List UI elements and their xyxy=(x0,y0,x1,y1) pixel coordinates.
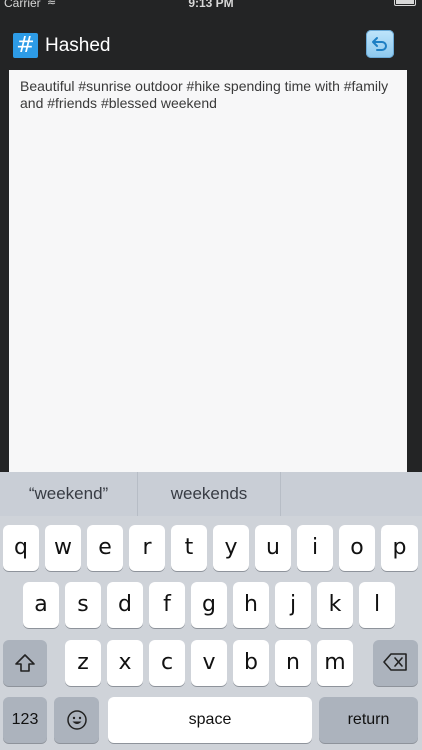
emoji-icon xyxy=(66,710,87,730)
delete-icon xyxy=(382,653,407,671)
key-a[interactable]: a xyxy=(23,582,59,628)
key-k[interactable]: k xyxy=(317,582,353,628)
key-v[interactable]: v xyxy=(191,640,227,686)
text-editor[interactable]: Beautiful #sunrise outdoor #hike spendin… xyxy=(9,70,407,472)
key-y[interactable]: y xyxy=(213,525,249,571)
key-g[interactable]: g xyxy=(191,582,227,628)
key-f[interactable]: f xyxy=(149,582,185,628)
key-n[interactable]: n xyxy=(275,640,311,686)
key-l[interactable]: l xyxy=(359,582,395,628)
key-o[interactable]: o xyxy=(339,525,375,571)
keyboard: “weekend” weekends q w e r t y u i o p a… xyxy=(0,472,422,750)
app-title: Hashed xyxy=(45,35,111,56)
delete-key[interactable] xyxy=(373,640,418,686)
key-j[interactable]: j xyxy=(275,582,311,628)
key-x[interactable]: x xyxy=(107,640,143,686)
status-time: 9:13 PM xyxy=(188,0,234,10)
key-h[interactable]: h xyxy=(233,582,269,628)
undo-button[interactable] xyxy=(366,30,394,58)
key-e[interactable]: e xyxy=(87,525,123,571)
editor-text[interactable]: Beautiful #sunrise outdoor #hike spendin… xyxy=(20,78,397,112)
suggestion-3[interactable] xyxy=(281,472,422,516)
key-p[interactable]: p xyxy=(381,525,418,571)
key-m[interactable]: m xyxy=(317,640,353,686)
numbers-key[interactable]: 123 xyxy=(3,697,47,743)
shift-icon xyxy=(15,654,35,672)
shift-key[interactable] xyxy=(3,640,47,686)
emoji-key[interactable] xyxy=(54,697,99,743)
key-w[interactable]: w xyxy=(45,525,81,571)
suggestion-1[interactable]: “weekend” xyxy=(0,472,137,516)
key-i[interactable]: i xyxy=(297,525,333,571)
key-s[interactable]: s xyxy=(65,582,101,628)
key-r[interactable]: r xyxy=(129,525,165,571)
key-d[interactable]: d xyxy=(107,582,143,628)
key-u[interactable]: u xyxy=(255,525,291,571)
key-t[interactable]: t xyxy=(171,525,207,571)
status-bar: Carrier ≋ 9:13 PM xyxy=(0,0,422,14)
suggestion-bar: “weekend” weekends xyxy=(0,472,422,516)
nav-bar: # Hashed xyxy=(0,14,422,70)
key-c[interactable]: c xyxy=(149,640,185,686)
suggestion-2[interactable]: weekends xyxy=(138,472,280,516)
undo-icon xyxy=(372,37,387,51)
return-key[interactable]: return xyxy=(319,697,418,743)
space-key[interactable]: space xyxy=(108,697,312,743)
key-b[interactable]: b xyxy=(233,640,269,686)
hashtag-logo-icon: # xyxy=(13,33,38,58)
key-z[interactable]: z xyxy=(65,640,101,686)
key-q[interactable]: q xyxy=(3,525,39,571)
battery-icon xyxy=(394,0,416,6)
